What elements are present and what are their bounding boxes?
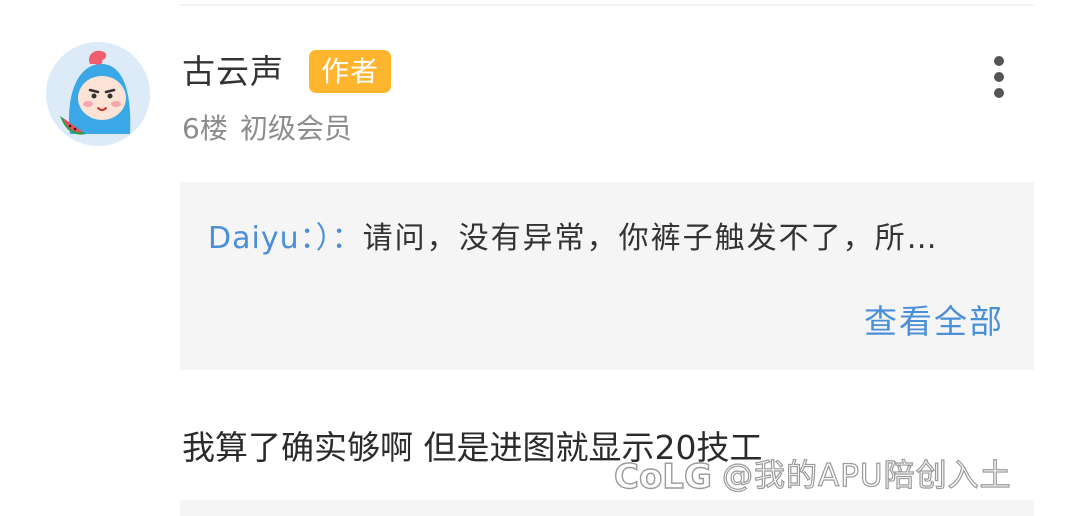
colg-logo-icon: CoLG (613, 456, 712, 497)
author-badge: 作者 (309, 50, 391, 93)
quoted-reply-text: 请问，没有异常，你裤子触发不了，所… (362, 221, 939, 256)
username[interactable]: 古云声 (182, 50, 284, 94)
view-all-link[interactable]: 查看全部 (864, 300, 1004, 344)
watermark-text: @我的APU陪创入土 (721, 457, 1012, 494)
comment-screen: 古云声 作者 6楼 初级会员 Daiyu：）：请问，没有异常，你裤子触发不了，所…… (0, 0, 1080, 516)
quoted-reply-author[interactable]: Daiyu：）： (208, 221, 363, 256)
more-options-button[interactable] (978, 52, 1020, 102)
member-level: 初级会员 (239, 112, 352, 145)
quoted-reply-line: Daiyu：）：请问，没有异常，你裤子触发不了，所… (208, 218, 1008, 260)
floor-number: 6楼 (182, 112, 228, 145)
top-divider (180, 4, 1034, 6)
next-quoted-box (180, 500, 1034, 516)
avatar-illustration-icon (46, 42, 150, 146)
watermark: CoLG @我的APU陪创入土 (612, 452, 1012, 500)
post-meta: 6楼 初级会员 (182, 110, 352, 148)
quoted-reply-box[interactable]: Daiyu：）：请问，没有异常，你裤子触发不了，所… 查看全部 (180, 182, 1034, 370)
watermark-logo-text: CoLG (614, 457, 712, 497)
user-avatar[interactable] (46, 42, 150, 146)
